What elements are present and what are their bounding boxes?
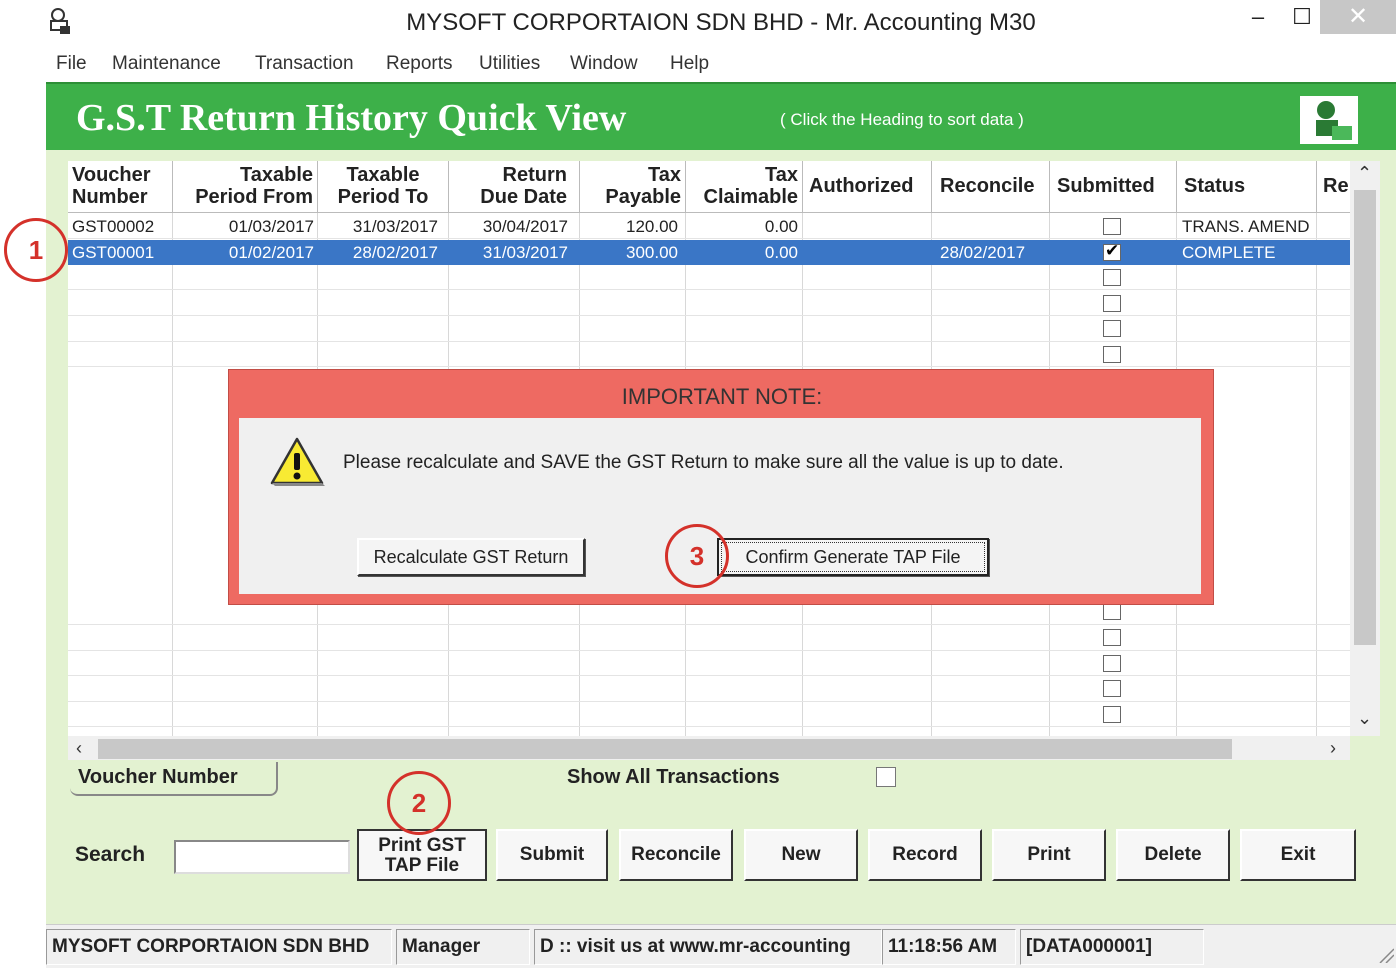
callout-2: 2 [387,771,451,835]
dialog-message: Please recalculate and SAVE the GST Retu… [343,452,1064,473]
menu-bar: File Maintenance Transaction Reports Uti… [46,46,1396,82]
menu-window[interactable]: Window [570,53,638,75]
scroll-left-icon[interactable]: ‹ [76,738,82,759]
window-title: MYSOFT CORPORTAION SDN BHD - Mr. Account… [406,9,1036,36]
new-button[interactable]: New [744,829,858,881]
menu-maintenance[interactable]: Maintenance [112,53,221,75]
col-re[interactable]: Re [1317,161,1350,213]
menu-file[interactable]: File [56,53,87,75]
search-label: Search [75,843,146,866]
menu-help[interactable]: Help [670,53,709,75]
callout-3: 3 [665,524,729,588]
delete-button[interactable]: Delete [1116,829,1230,881]
menu-reports[interactable]: Reports [386,53,453,75]
empty-row-checkbox[interactable] [1103,680,1121,697]
resize-grip-icon[interactable] [1376,945,1394,963]
scroll-down-icon[interactable]: ⌄ [1357,708,1372,729]
show-all-transactions-checkbox[interactable] [876,767,896,787]
menu-transaction[interactable]: Transaction [255,53,354,75]
status-company: MYSOFT CORPORTAION SDN BHD [46,929,392,965]
empty-row-checkbox[interactable] [1103,320,1121,337]
col-status[interactable]: Status [1177,161,1317,213]
print-gst-tap-file-button[interactable]: Print GST TAP File [357,829,487,881]
status-user: Manager [396,929,530,965]
sort-hint: ( Click the Heading to sort data ) [780,110,1024,129]
recalculate-gst-return-button[interactable]: Recalculate GST Return [357,538,585,576]
submitted-checkbox[interactable] [1103,241,1121,261]
voucher-number-tab[interactable]: Voucher Number [70,762,278,796]
menu-utilities[interactable]: Utilities [479,53,540,75]
grid-header: Voucher Number Taxable Period From Taxable… [68,161,1350,213]
callout-1: 1 [4,218,68,282]
empty-row-checkbox[interactable] [1103,346,1121,363]
close-button[interactable]: ✕ [1320,0,1396,34]
submitted-checkbox[interactable] [1103,218,1121,235]
scroll-up-icon[interactable]: ⌃ [1357,163,1372,184]
col-period-from[interactable]: Taxable Period From [173,161,318,213]
col-period-to[interactable]: Taxable Period To [318,161,449,213]
status-bar: MYSOFT CORPORTAION SDN BHD Manager D :: … [46,924,1396,968]
col-due-date[interactable]: Return Due Date [449,161,580,213]
col-reconcile[interactable]: Reconcile [932,161,1050,213]
page-title: G.S.T Return History Quick View [76,97,627,139]
status-time: 11:18:56 AM [882,929,1016,965]
accountant-logo-icon [1300,96,1358,144]
empty-row-checkbox[interactable] [1103,629,1121,646]
col-tax-claimable[interactable]: Tax Claimable [686,161,803,213]
table-row[interactable]: GST00002 01/03/2017 31/03/2017 30/04/201… [68,214,1350,239]
record-button[interactable]: Record [868,829,982,881]
exit-button[interactable]: Exit [1240,829,1356,881]
search-input[interactable] [174,840,350,874]
scroll-right-icon[interactable]: › [1330,738,1336,759]
status-data: [DATA000001] [1020,929,1204,965]
title-bar: MYSOFT CORPORTAION SDN BHD - Mr. Account… [0,0,1396,46]
print-button[interactable]: Print [992,829,1106,881]
empty-row-checkbox[interactable] [1103,706,1121,723]
col-voucher-number[interactable]: Voucher Number [68,161,173,213]
dialog-title: IMPORTANT NOTE: [621,384,823,409]
col-tax-payable[interactable]: Tax Payable [580,161,686,213]
submit-button[interactable]: Submit [496,829,608,881]
reconcile-button[interactable]: Reconcile [619,829,733,881]
minimize-button[interactable]: – [1236,0,1280,34]
horizontal-scroll-thumb[interactable] [98,739,1232,759]
vertical-scroll-thumb[interactable] [1354,190,1376,645]
empty-row-checkbox[interactable] [1103,269,1121,286]
status-info: D :: visit us at www.mr-accounting [534,929,882,965]
maximize-button[interactable]: ☐ [1280,0,1324,34]
empty-row-checkbox[interactable] [1103,655,1121,672]
col-authorized[interactable]: Authorized [803,161,932,213]
table-row-selected[interactable]: GST00001 01/02/2017 28/02/2017 31/03/201… [68,240,1350,265]
col-submitted[interactable]: Submitted [1050,161,1177,213]
warning-icon [270,437,325,486]
confirm-generate-tap-file-button[interactable]: Confirm Generate TAP File [717,538,989,576]
show-all-transactions-label: Show All Transactions [567,766,780,788]
empty-row-checkbox[interactable] [1103,295,1121,312]
empty-row-checkbox[interactable] [1103,603,1121,620]
